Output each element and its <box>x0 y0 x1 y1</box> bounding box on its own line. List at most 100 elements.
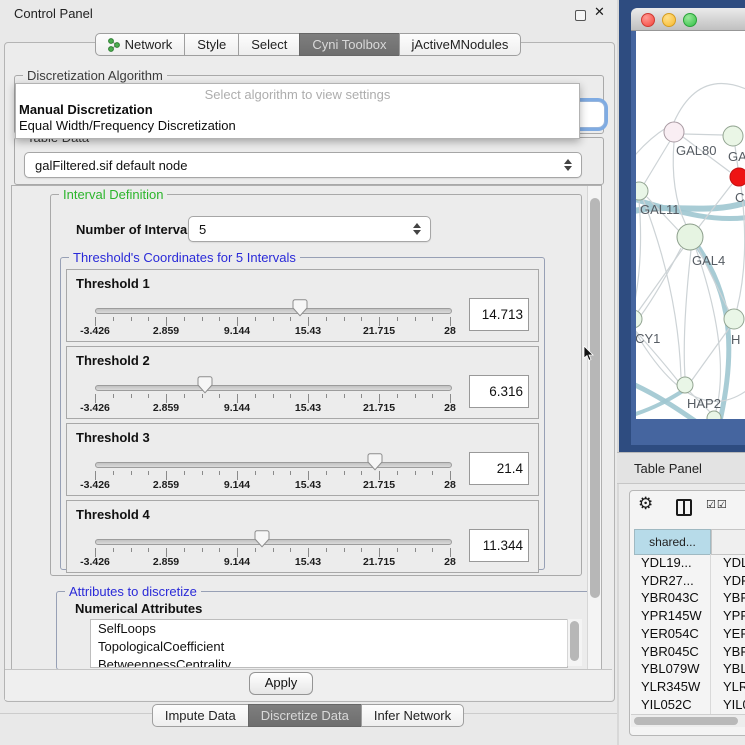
cell-name[interactable]: YBR0 <box>717 589 745 607</box>
algorithm-dropdown-popup: Select algorithm to view settings Manual… <box>15 83 580 139</box>
attribute-item-3[interactable]: BetweennessCentrality <box>91 656 567 668</box>
slider-tick-label: -3.426 <box>65 325 125 337</box>
cell-name[interactable]: YLR3 <box>717 678 745 696</box>
threshold-3-box: Threshold 3-3.4262.8599.14415.4321.71528… <box>66 423 539 496</box>
tab-impute-data[interactable]: Impute Data <box>152 704 249 727</box>
threshold-1-value-field[interactable]: 14.713 <box>469 298 529 331</box>
algorithm-option-2[interactable]: Equal Width/Frequency Discretization <box>19 118 236 133</box>
numerical-attributes-label: Numerical Attributes <box>75 601 202 616</box>
cell-shared-name[interactable]: YER054C <box>634 625 717 643</box>
threshold-3-slider-track[interactable] <box>95 462 452 468</box>
slider-tick <box>184 394 185 398</box>
network-edge <box>692 327 730 380</box>
apply-button[interactable]: Apply <box>249 672 313 695</box>
cell-shared-name[interactable]: YDR27... <box>634 572 717 590</box>
attribute-item-2[interactable]: TopologicalCoefficient <box>91 638 567 656</box>
threshold-4-slider-track[interactable] <box>95 539 452 545</box>
attributes-list-scrollbar[interactable] <box>567 619 582 666</box>
close-traffic-light-icon[interactable] <box>641 13 655 27</box>
slider-tick <box>113 548 114 552</box>
tab-jactivemnodules[interactable]: jActiveMNodules <box>399 33 522 56</box>
slider-tick <box>290 317 291 321</box>
slider-tick <box>148 317 149 321</box>
minimize-traffic-light-icon[interactable] <box>662 13 676 27</box>
cyni-toolbox-panel: Discretization Algorithm Select algorith… <box>4 42 615 702</box>
threshold-1-box: Threshold 1-3.4262.8599.14415.4321.71528… <box>66 269 539 342</box>
float-window-icon[interactable] <box>575 10 586 21</box>
cell-name[interactable]: YBL0 <box>717 660 745 678</box>
cell-shared-name[interactable]: YIL052C <box>634 696 717 714</box>
slider-tick <box>361 394 362 398</box>
network-node-c[interactable] <box>730 168 745 186</box>
network-node-h[interactable] <box>724 309 744 329</box>
tab-network[interactable]: Network <box>95 33 186 56</box>
network-window-titlebar[interactable] <box>631 8 745 31</box>
threshold-2-slider-track[interactable] <box>95 385 452 391</box>
table-row[interactable]: YER054CYER0 <box>634 625 745 643</box>
network-node-gal11[interactable] <box>636 182 648 200</box>
network-node[interactable] <box>707 411 721 419</box>
tab-select[interactable]: Select <box>238 33 300 56</box>
table-data-combobox[interactable]: galFiltered.sif default node <box>24 152 582 178</box>
cell-shared-name[interactable]: YBL079W <box>634 660 717 678</box>
gear-icon[interactable]: ⚙ <box>638 494 653 514</box>
slider-tick <box>131 394 132 398</box>
algorithm-option-1[interactable]: Manual Discretization <box>19 102 153 117</box>
cell-name[interactable]: YPR1 <box>717 607 745 625</box>
threshold-2-slider-thumb[interactable] <box>197 376 213 394</box>
tab-cyni-toolbox[interactable]: Cyni Toolbox <box>299 33 399 56</box>
cell-name[interactable]: YDR2 <box>717 572 745 590</box>
slider-tick-label: 15.43 <box>278 402 338 414</box>
network-node-gal4[interactable] <box>677 224 703 250</box>
numerical-attributes-list[interactable]: SelfLoopsTopologicalCoefficientBetweenne… <box>90 619 568 668</box>
settings-scrollbar-thumb[interactable] <box>590 198 600 598</box>
cell-name[interactable]: YBR0 <box>717 643 745 661</box>
split-columns-icon[interactable] <box>676 499 692 516</box>
threshold-4-slider-thumb[interactable] <box>254 530 270 548</box>
tab-infer-network[interactable]: Infer Network <box>361 704 464 727</box>
table-row[interactable]: YPR145WYPR1 <box>634 607 745 625</box>
network-node-gcy1[interactable] <box>636 310 642 328</box>
slider-tick <box>113 471 114 475</box>
table-row[interactable]: YDR27...YDR2 <box>634 572 745 590</box>
table-row[interactable]: YIL052CYIL0 <box>634 696 745 714</box>
column-header-name[interactable]: na <box>711 529 745 555</box>
slider-tick <box>219 394 220 398</box>
cell-shared-name[interactable]: YPR145W <box>634 607 717 625</box>
threshold-3-slider-thumb[interactable] <box>367 453 383 471</box>
cell-shared-name[interactable]: YDL19... <box>634 554 717 572</box>
threshold-3-value-field[interactable]: 21.4 <box>469 452 529 485</box>
tab-style[interactable]: Style <box>184 33 239 56</box>
attributes-scrollbar-thumb[interactable] <box>570 621 579 661</box>
column-header-shared[interactable]: shared... <box>634 529 711 555</box>
attribute-item-1[interactable]: SelfLoops <box>91 620 567 638</box>
cell-name[interactable]: YIL0 <box>717 696 745 714</box>
table-row[interactable]: YBL079WYBL0 <box>634 660 745 678</box>
zoom-traffic-light-icon[interactable] <box>683 13 697 27</box>
slider-tick-label: 2.859 <box>136 402 196 414</box>
cell-shared-name[interactable]: YBR045C <box>634 643 717 661</box>
settings-vertical-scrollbar[interactable] <box>587 186 602 670</box>
table-row[interactable]: YBR045CYBR0 <box>634 643 745 661</box>
network-node-ga[interactable] <box>723 126 743 146</box>
threshold-1-slider-thumb[interactable] <box>292 299 308 317</box>
network-canvas[interactable]: GAL80GACGAL11GAL4GCY1HHAP2 <box>636 31 745 419</box>
number-of-intervals-combobox[interactable]: 5 <box>188 216 431 242</box>
close-window-icon[interactable]: ✕ <box>594 5 605 20</box>
threshold-4-value-field[interactable]: 11.344 <box>469 529 529 562</box>
tab-discretize-data[interactable]: Discretize Data <box>248 704 362 727</box>
threshold-2-value-field[interactable]: 6.316 <box>469 375 529 408</box>
cell-shared-name[interactable]: YLR345W <box>634 678 717 696</box>
table-row[interactable]: YBR043CYBR0 <box>634 589 745 607</box>
table-horizontal-scrollbar[interactable] <box>631 714 745 727</box>
checkbox-pair-icon[interactable]: ☑☑ <box>706 498 728 511</box>
network-node-hap2[interactable] <box>677 377 693 393</box>
threshold-1-slider-track[interactable] <box>95 308 452 314</box>
table-row[interactable]: YLR345WYLR3 <box>634 678 745 696</box>
cell-shared-name[interactable]: YBR043C <box>634 589 717 607</box>
cell-name[interactable]: YER0 <box>717 625 745 643</box>
table-hscrollbar-thumb[interactable] <box>634 717 738 725</box>
network-node-gal80[interactable] <box>664 122 684 142</box>
cell-name[interactable]: YDL1 <box>717 554 745 572</box>
table-row[interactable]: YDL19...YDL1 <box>634 554 745 572</box>
